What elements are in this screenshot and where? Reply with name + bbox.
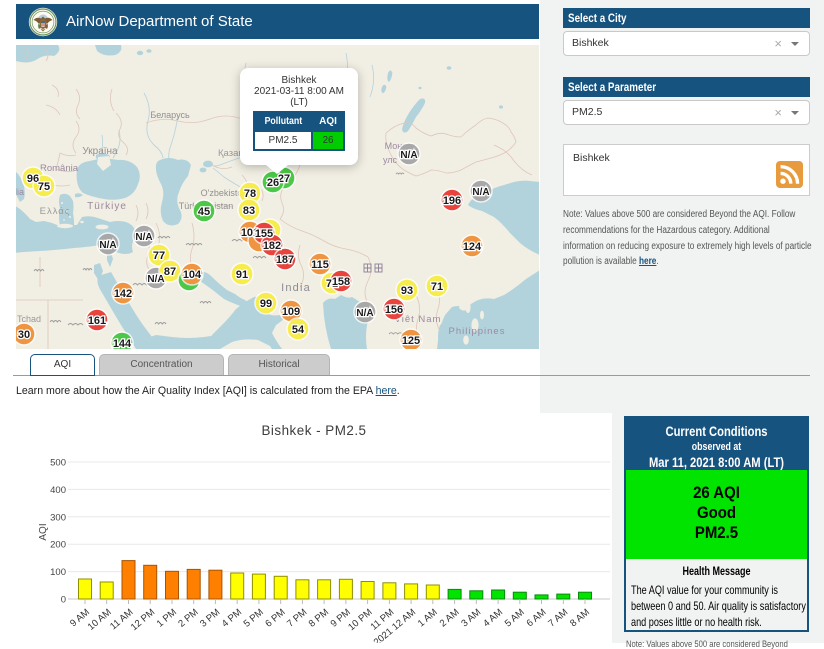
svg-text:N/A: N/A bbox=[99, 240, 116, 251]
svg-text:142: 142 bbox=[114, 288, 132, 300]
svg-text:7 AM: 7 AM bbox=[546, 607, 570, 629]
svg-text:104: 104 bbox=[183, 269, 202, 281]
svg-text:6 PM: 6 PM bbox=[263, 607, 287, 630]
svg-text:Tchad: Tchad bbox=[17, 314, 41, 324]
svg-text:India: India bbox=[281, 282, 311, 294]
svg-text:1 PM: 1 PM bbox=[155, 607, 179, 630]
svg-text:3 PM: 3 PM bbox=[198, 607, 222, 630]
svg-text:România: România bbox=[40, 163, 79, 174]
svg-text:Italia: Italia bbox=[16, 187, 24, 197]
svg-text:N/A: N/A bbox=[135, 232, 152, 243]
svg-text:10 AM: 10 AM bbox=[86, 607, 114, 633]
svg-text:4 AM: 4 AM bbox=[481, 607, 505, 629]
svg-text:158: 158 bbox=[332, 276, 350, 288]
svg-text:115: 115 bbox=[311, 259, 329, 271]
svg-text:87: 87 bbox=[164, 266, 176, 278]
svg-text:N/A: N/A bbox=[400, 150, 417, 161]
svg-text:196: 196 bbox=[443, 195, 461, 207]
svg-text:83: 83 bbox=[243, 205, 255, 217]
svg-text:75: 75 bbox=[38, 181, 50, 193]
svg-text:100: 100 bbox=[50, 567, 66, 578]
svg-text:N/A: N/A bbox=[472, 187, 489, 198]
svg-text:45: 45 bbox=[198, 206, 210, 218]
svg-text:Україна: Україна bbox=[82, 146, 118, 157]
svg-text:93: 93 bbox=[401, 285, 413, 297]
svg-text:10 PM: 10 PM bbox=[346, 607, 374, 633]
svg-text:91: 91 bbox=[236, 269, 248, 281]
svg-text:125: 125 bbox=[402, 335, 420, 347]
svg-text:161: 161 bbox=[88, 315, 106, 327]
svg-text:8 AM: 8 AM bbox=[568, 607, 592, 629]
svg-text:500: 500 bbox=[50, 458, 66, 469]
svg-text:Philippines: Philippines bbox=[449, 326, 506, 337]
svg-text:27: 27 bbox=[278, 173, 290, 185]
svg-text:4 PM: 4 PM bbox=[220, 607, 244, 630]
svg-text:5 AM: 5 AM bbox=[503, 607, 527, 629]
svg-text:26: 26 bbox=[267, 177, 279, 189]
svg-text:54: 54 bbox=[292, 324, 305, 336]
svg-text:AQI: AQI bbox=[38, 523, 49, 540]
svg-text:3 AM: 3 AM bbox=[459, 607, 483, 629]
svg-text:12 PM: 12 PM bbox=[129, 607, 157, 633]
svg-text:улс: улс bbox=[383, 155, 398, 165]
svg-text:144: 144 bbox=[113, 338, 132, 349]
svg-text:77: 77 bbox=[153, 250, 165, 262]
svg-text:1 AM: 1 AM bbox=[416, 607, 440, 629]
svg-text:Bishkek - PM2.5: Bishkek - PM2.5 bbox=[262, 423, 367, 438]
svg-text:0: 0 bbox=[61, 595, 66, 606]
svg-text:99: 99 bbox=[260, 298, 272, 310]
svg-text:300: 300 bbox=[50, 512, 66, 523]
svg-text:N/A: N/A bbox=[147, 274, 164, 285]
svg-text:78: 78 bbox=[244, 188, 256, 200]
svg-text:187: 187 bbox=[276, 254, 294, 266]
svg-text:5 PM: 5 PM bbox=[242, 607, 266, 630]
svg-text:200: 200 bbox=[50, 540, 66, 551]
svg-text:Беларусь: Беларусь bbox=[150, 110, 190, 120]
svg-text:124: 124 bbox=[463, 241, 482, 253]
svg-text:2 PM: 2 PM bbox=[176, 607, 200, 630]
svg-text:156: 156 bbox=[385, 304, 403, 316]
svg-text:Türkiye: Türkiye bbox=[87, 201, 127, 212]
svg-text:71: 71 bbox=[431, 281, 443, 293]
svg-text:109: 109 bbox=[282, 306, 300, 318]
svg-text:182: 182 bbox=[263, 240, 281, 252]
svg-text:6 AM: 6 AM bbox=[525, 607, 549, 629]
svg-text:2 AM: 2 AM bbox=[438, 607, 462, 629]
svg-text:30: 30 bbox=[18, 329, 30, 341]
svg-text:400: 400 bbox=[50, 485, 66, 496]
svg-text:155: 155 bbox=[255, 228, 273, 240]
svg-text:Ελλάς: Ελλάς bbox=[40, 206, 71, 217]
svg-text:8 PM: 8 PM bbox=[307, 607, 331, 630]
svg-text:N/A: N/A bbox=[356, 308, 373, 319]
svg-text:7 PM: 7 PM bbox=[285, 607, 309, 630]
